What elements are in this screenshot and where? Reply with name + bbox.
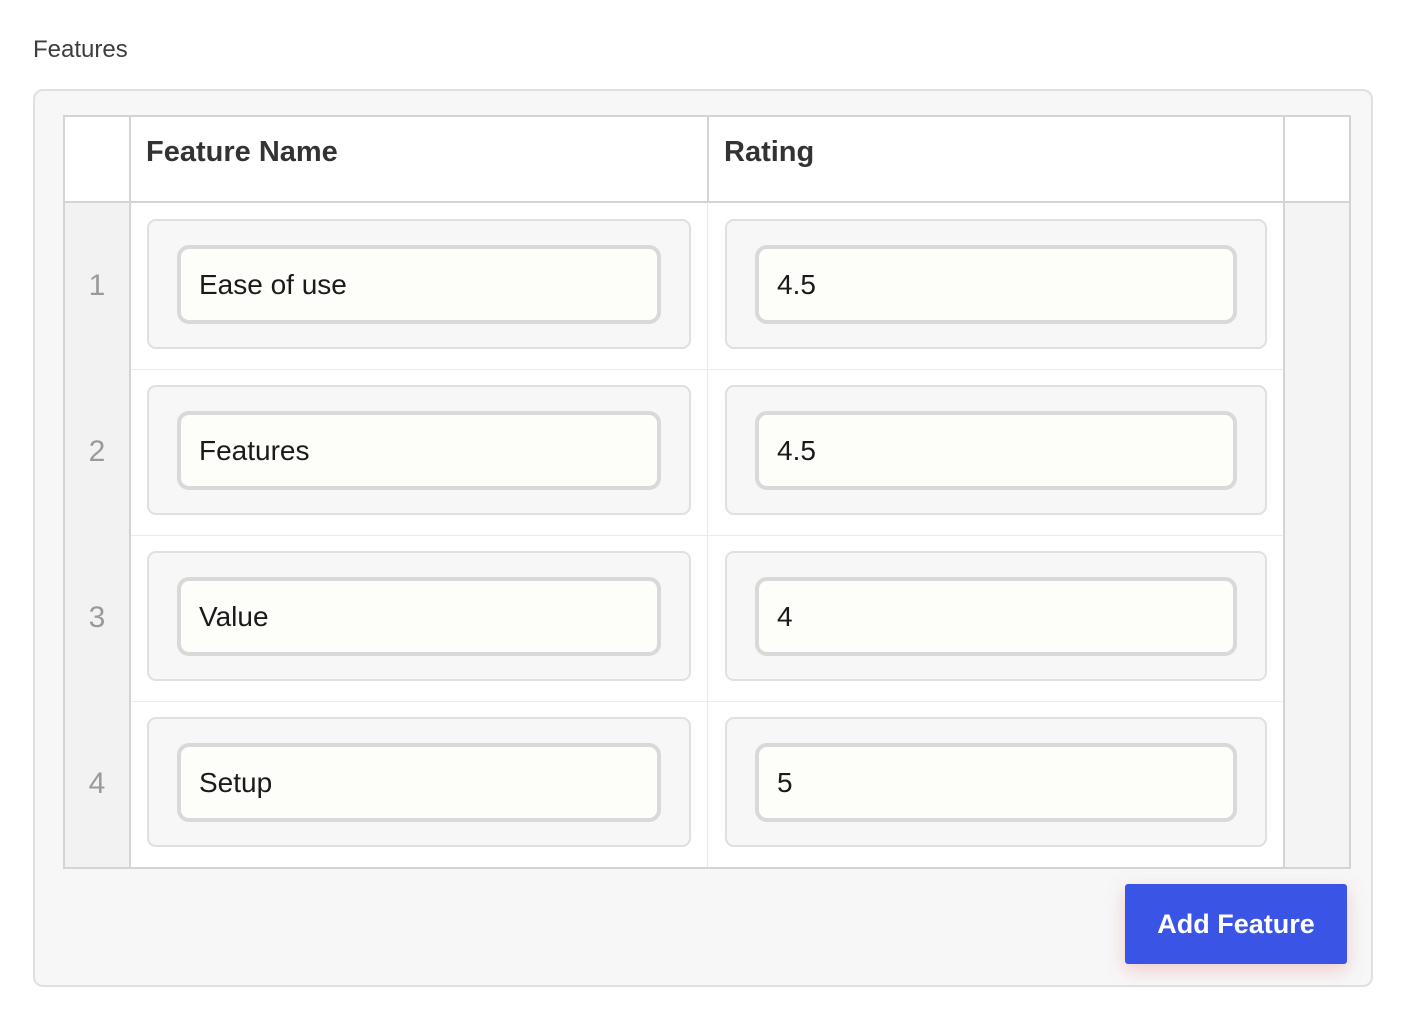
row-index: 3	[88, 601, 106, 634]
column-divider	[707, 117, 709, 203]
row-index: 2	[88, 435, 106, 468]
add-feature-button[interactable]: Add Feature	[1125, 884, 1347, 964]
row-actions-cell	[1285, 535, 1349, 701]
features-panel: Feature Name Rating 1 2	[33, 89, 1373, 987]
features-table: Feature Name Rating 1 2	[63, 115, 1351, 869]
section-label: Features	[33, 36, 128, 63]
rating-cell	[725, 219, 1267, 349]
feature-name-cell	[147, 219, 691, 349]
column-divider	[129, 117, 131, 867]
column-divider	[707, 203, 708, 867]
rating-cell	[725, 717, 1267, 847]
feature-name-cell	[147, 385, 691, 515]
feature-name-input[interactable]	[177, 245, 661, 324]
column-divider	[1283, 117, 1285, 867]
header-rating: Rating	[707, 117, 1283, 203]
row-actions-cell	[1285, 203, 1349, 369]
row-index-cell: 4	[65, 701, 129, 867]
row-index-cell: 2	[65, 369, 129, 535]
row-actions-cell	[1285, 701, 1349, 867]
rating-input[interactable]	[755, 411, 1237, 490]
header-feature-name: Feature Name	[129, 117, 707, 203]
row-index: 1	[88, 269, 106, 302]
row-index-cell: 3	[65, 535, 129, 701]
rating-cell	[725, 385, 1267, 515]
rating-input[interactable]	[755, 743, 1237, 822]
row-index: 4	[88, 767, 106, 800]
rating-input[interactable]	[755, 245, 1237, 324]
feature-name-input[interactable]	[177, 743, 661, 822]
header-actions-cell	[1283, 117, 1349, 203]
header-index-cell	[65, 117, 129, 203]
row-actions-cell	[1285, 369, 1349, 535]
feature-name-input[interactable]	[177, 577, 661, 656]
rating-cell	[725, 551, 1267, 681]
header-rating-label: Rating	[724, 136, 815, 168]
feature-name-cell	[147, 551, 691, 681]
feature-name-input[interactable]	[177, 411, 661, 490]
row-index-cell: 1	[65, 203, 129, 369]
feature-name-cell	[147, 717, 691, 847]
rating-input[interactable]	[755, 577, 1237, 656]
header-feature-name-label: Feature Name	[146, 136, 338, 168]
